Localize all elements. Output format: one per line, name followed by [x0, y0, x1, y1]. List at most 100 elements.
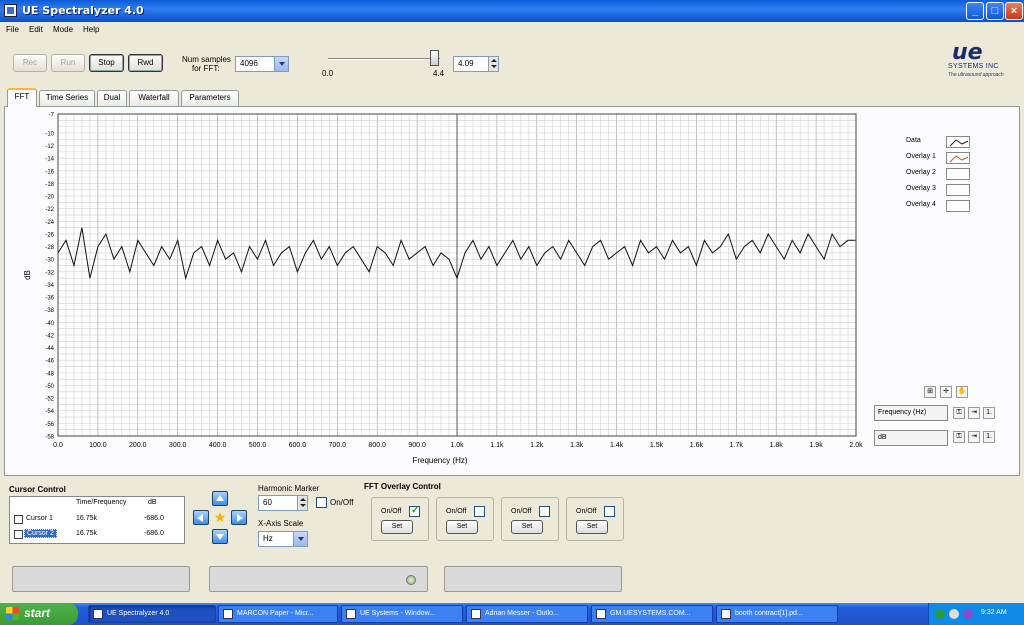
- status-led-icon: [406, 575, 416, 585]
- status-field-3: [444, 566, 622, 592]
- task-ue-spectralyzer[interactable]: UE Spectralyzer 4.0: [88, 605, 216, 623]
- x-tick-label: 1.8k: [770, 442, 784, 449]
- cursor-center-star-icon[interactable]: ★: [212, 510, 228, 525]
- clock: 9:32 AM: [981, 609, 1007, 616]
- y-ticks: -7 -10 -12 -14 -16 -18 -20 -22 -24 -26 -28 -30 -32 -3…: [45, 113, 54, 441]
- zoom-icon[interactable]: ⊞: [924, 386, 936, 398]
- task-ue-systems-browser[interactable]: UE Systems - Window...: [341, 605, 463, 623]
- cursor-down-button[interactable]: [212, 529, 228, 544]
- cursor-up-button[interactable]: [212, 491, 228, 506]
- y-tick-label: -26: [45, 232, 54, 238]
- overlay-control-title: FFT Overlay Control: [364, 482, 441, 491]
- fft-chart[interactable]: 0.0 100.0 200.0 300.0 400.0 500.0 600.0 700.0 80…: [0, 0, 1024, 480]
- overlay-3-set-button[interactable]: Set: [511, 520, 543, 534]
- cursor-right-button[interactable]: [231, 510, 247, 525]
- y-tick-label: -42: [45, 333, 54, 339]
- cursor2-checkbox[interactable]: [14, 530, 23, 539]
- harmonic-marker-label: Harmonic Marker: [258, 484, 320, 493]
- harmonic-onoff-checkbox[interactable]: [316, 497, 327, 508]
- overlay-1-set-button[interactable]: Set: [381, 520, 413, 534]
- legend-overlay4-swatch[interactable]: [946, 200, 970, 212]
- legend-overlay1-swatch[interactable]: [946, 152, 970, 164]
- y-tick-label: -34: [45, 283, 54, 289]
- browser-icon: [346, 609, 356, 619]
- legend-data-swatch[interactable]: [946, 136, 970, 148]
- pan-hand-icon[interactable]: ✋: [956, 386, 968, 398]
- start-label: start: [24, 606, 51, 620]
- cursor2-name[interactable]: Cursor 2: [24, 529, 57, 538]
- tray-app-icon[interactable]: [963, 609, 973, 619]
- y-tick-label: -12: [45, 144, 54, 150]
- tray-volume-icon[interactable]: [949, 609, 959, 619]
- x-autoscale-icon[interactable]: ⇥: [968, 407, 980, 419]
- y-tick-label: -58: [45, 435, 54, 441]
- overlay-1-group: On/Off Set: [371, 497, 429, 541]
- overlay-4-set-button[interactable]: Set: [576, 520, 608, 534]
- x-tick-label: 500.0: [249, 442, 267, 449]
- x-tick-label: 0.0: [53, 442, 63, 449]
- task-booth-contract[interactable]: booth contract[1].pd...: [716, 605, 838, 623]
- cursor1-checkbox[interactable]: [14, 515, 23, 524]
- cursor-left-button[interactable]: [193, 510, 209, 525]
- overlay-2-set-button[interactable]: Set: [446, 520, 478, 534]
- y-tick-label: -54: [45, 409, 54, 415]
- x-format-icon[interactable]: 1.: [983, 407, 995, 419]
- legend-overlay1-label: Overlay 1: [906, 153, 936, 160]
- x-scale-lock-icon[interactable]: ⚿: [953, 407, 965, 419]
- remote-icon: [596, 609, 606, 619]
- x-tick-label: 1.5k: [650, 442, 664, 449]
- x-tick-label: 1.6k: [690, 442, 704, 449]
- task-outlook[interactable]: Adrian Messer - Outlo...: [466, 605, 588, 623]
- x-tick-label: 2.0k: [849, 442, 863, 449]
- task-label: GM.UESYSTEMS.COM...: [610, 610, 691, 617]
- overlay-2-checkbox[interactable]: [474, 506, 485, 517]
- overlay-3-checkbox[interactable]: [539, 506, 550, 517]
- cursor-col-freq: Time/Frequency: [76, 499, 127, 506]
- x-tick-label: 200.0: [129, 442, 147, 449]
- cursor2-db: -686.0: [144, 530, 164, 537]
- cursor-control-title: Cursor Control: [9, 485, 66, 494]
- x-tick-label: 800.0: [368, 442, 386, 449]
- x-tick-label: 100.0: [89, 442, 107, 449]
- legend-overlay3-swatch[interactable]: [946, 184, 970, 196]
- x-scale-name: Frequency (Hz): [874, 405, 948, 421]
- harmonic-marker-value: 60: [263, 498, 272, 507]
- y-autoscale-icon[interactable]: ⇥: [968, 431, 980, 443]
- cursor-move-icon[interactable]: ✛: [940, 386, 952, 398]
- harmonic-marker-input[interactable]: 60: [258, 495, 308, 511]
- overlay-3-onoff-label: On/Off: [511, 508, 532, 515]
- overlay-1-checkbox[interactable]: [409, 505, 420, 517]
- x-tick-label: 600.0: [289, 442, 307, 449]
- chevron-down-icon: [293, 532, 307, 546]
- x-tick-label: 900.0: [408, 442, 426, 449]
- y-tick-label: -20: [45, 195, 54, 201]
- y-scale-name: dB: [874, 430, 948, 446]
- x-tick-label: 1.1k: [490, 442, 504, 449]
- cursor-table[interactable]: Time/Frequency dB Cursor 1 16.75k -686.0…: [9, 496, 185, 544]
- spinner-icon[interactable]: [297, 496, 307, 510]
- status-field-1: [12, 566, 190, 592]
- cursor1-db: -686.0: [144, 515, 164, 522]
- windows-flag-icon: [6, 607, 19, 620]
- x-tick-label: 1.4k: [610, 442, 624, 449]
- legend-overlay2-swatch[interactable]: [946, 168, 970, 180]
- task-gm-uesystems[interactable]: GM.UESYSTEMS.COM...: [591, 605, 713, 623]
- system-tray: 9:32 AM: [928, 603, 1024, 625]
- tray-network-icon[interactable]: [935, 609, 945, 619]
- y-scale-lock-icon[interactable]: ⚿: [953, 431, 965, 443]
- legend-overlay3-label: Overlay 3: [906, 185, 936, 192]
- overlay-2-group: On/Off Set: [436, 497, 494, 541]
- start-button[interactable]: start: [0, 603, 78, 625]
- overlay-4-checkbox[interactable]: [604, 506, 615, 517]
- cursor1-name[interactable]: Cursor 1: [24, 515, 55, 522]
- y-tick-label: -40: [45, 321, 54, 327]
- x-tick-label: 1.0k: [450, 442, 464, 449]
- task-marcon-paper[interactable]: MARCON Paper - Micr...: [218, 605, 338, 623]
- tab-fft[interactable]: FFT: [7, 88, 37, 107]
- y-format-icon[interactable]: 1.: [983, 431, 995, 443]
- y-tick-label: -38: [45, 308, 54, 314]
- outlook-icon: [471, 609, 481, 619]
- y-tick-label: -14: [45, 157, 54, 163]
- x-axis-scale-select[interactable]: Hz: [258, 531, 308, 547]
- task-label: UE Systems - Window...: [360, 610, 436, 617]
